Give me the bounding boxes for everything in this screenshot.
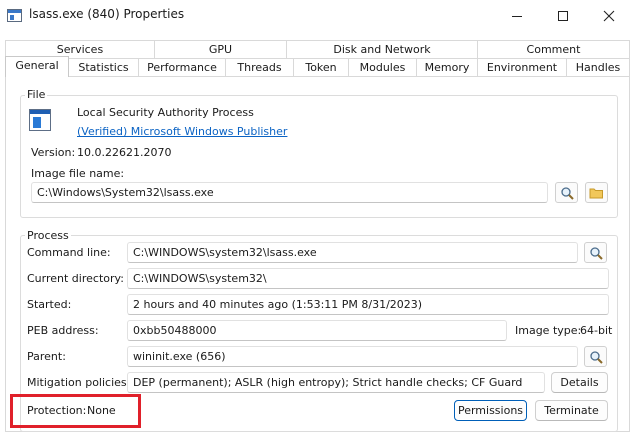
image-type-value: 64-bit bbox=[580, 324, 613, 337]
tab-handles[interactable]: Handles bbox=[567, 58, 630, 76]
process-icon bbox=[29, 109, 51, 131]
command-line-label: Command line: bbox=[27, 246, 111, 259]
search-icon bbox=[589, 350, 603, 364]
command-line-search-button[interactable] bbox=[584, 242, 607, 263]
search-icon bbox=[560, 186, 574, 200]
started-field[interactable]: 2 hours and 40 minutes ago (1:53:11 PM 8… bbox=[127, 294, 609, 315]
window-title: lsass.exe (840) Properties bbox=[29, 7, 185, 21]
process-group-legend: Process bbox=[25, 229, 71, 242]
current-directory-label: Current directory: bbox=[27, 272, 124, 285]
minimize-icon bbox=[512, 16, 522, 17]
image-file-name-field[interactable]: C:\Windows\System32\lsass.exe bbox=[31, 182, 548, 203]
minimize-button[interactable] bbox=[494, 0, 540, 32]
maximize-icon bbox=[558, 11, 568, 21]
close-button[interactable] bbox=[586, 0, 632, 32]
window-app-icon bbox=[7, 9, 22, 22]
maximize-button[interactable] bbox=[540, 0, 586, 32]
tab-comment[interactable]: Comment bbox=[478, 40, 630, 58]
mitigation-policies-field[interactable]: DEP (permanent); ASLR (high entropy); St… bbox=[127, 372, 545, 393]
protection-highlight-box bbox=[10, 394, 141, 428]
terminate-button[interactable]: Terminate bbox=[535, 400, 608, 421]
current-directory-field[interactable]: C:\WINDOWS\system32\ bbox=[127, 268, 609, 289]
tab-disk-and-network[interactable]: Disk and Network bbox=[287, 40, 478, 58]
image-search-button[interactable] bbox=[555, 182, 578, 203]
file-group-legend: File bbox=[25, 88, 48, 101]
tab-memory[interactable]: Memory bbox=[417, 58, 478, 76]
details-button[interactable]: Details bbox=[551, 372, 608, 393]
folder-icon bbox=[589, 188, 603, 199]
permissions-button[interactable]: Permissions bbox=[454, 400, 527, 421]
image-type-label: Image type: bbox=[515, 324, 582, 337]
version-label: Version: bbox=[31, 146, 76, 159]
parent-field[interactable]: wininit.exe (656) bbox=[127, 346, 578, 367]
image-file-name-label: Image file name: bbox=[31, 167, 125, 180]
tab-modules[interactable]: Modules bbox=[349, 58, 417, 76]
mitigation-policies-label: Mitigation policies: bbox=[27, 376, 131, 389]
version-value: 10.0.22621.2070 bbox=[77, 146, 172, 159]
open-folder-button[interactable] bbox=[585, 182, 608, 203]
peb-address-field[interactable]: 0xbb50488000 bbox=[127, 320, 507, 341]
tab-threads[interactable]: Threads bbox=[226, 58, 294, 76]
close-icon bbox=[603, 10, 615, 22]
tab-gpu[interactable]: GPU bbox=[155, 40, 287, 58]
tab-general[interactable]: General bbox=[5, 56, 69, 77]
peb-address-label: PEB address: bbox=[27, 324, 99, 337]
started-label: Started: bbox=[27, 298, 72, 311]
tab-environment[interactable]: Environment bbox=[478, 58, 567, 76]
tab-performance[interactable]: Performance bbox=[139, 58, 226, 76]
parent-label: Parent: bbox=[27, 350, 66, 363]
parent-search-button[interactable] bbox=[584, 346, 607, 367]
file-description: Local Security Authority Process bbox=[77, 106, 254, 119]
publisher-link[interactable]: (Verified) Microsoft Windows Publisher bbox=[77, 125, 287, 138]
tab-statistics[interactable]: Statistics bbox=[69, 58, 139, 76]
search-icon bbox=[589, 246, 603, 260]
command-line-field[interactable]: C:\WINDOWS\system32\lsass.exe bbox=[127, 242, 578, 263]
tab-token[interactable]: Token bbox=[294, 58, 349, 76]
